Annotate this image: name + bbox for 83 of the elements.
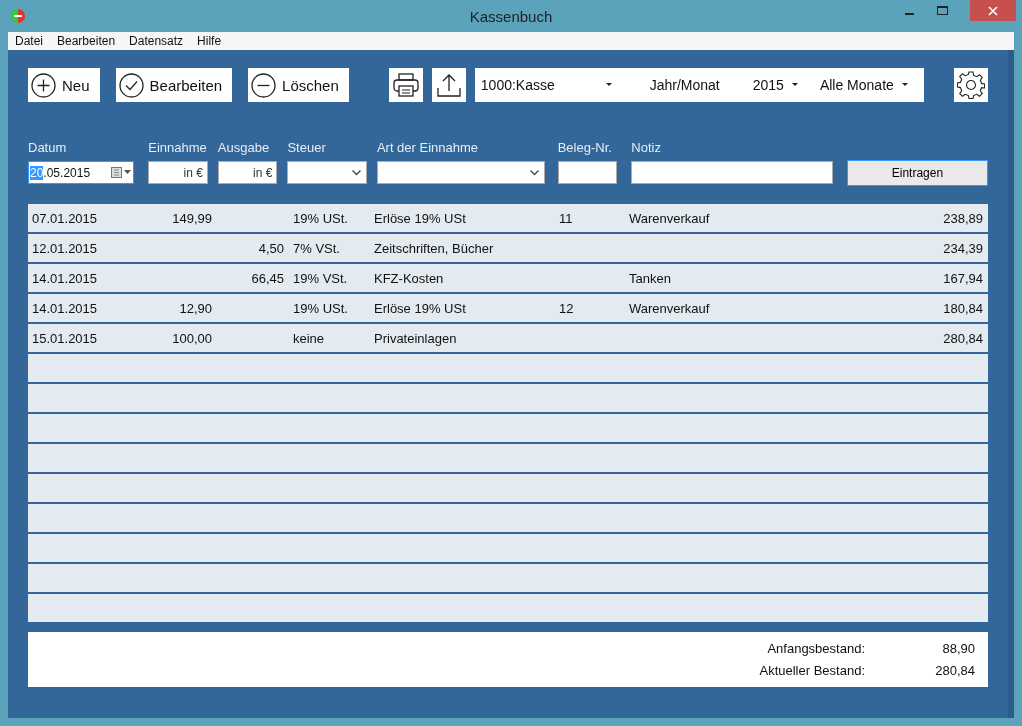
table-cell-text: 12 <box>559 300 575 316</box>
month-dropdown[interactable]: Alle Monate <box>819 77 908 93</box>
chevron-icon <box>529 169 539 176</box>
table-cell-text: 7% VSt. <box>292 240 341 256</box>
caret-icon <box>901 83 908 87</box>
field-label: Einnahme <box>148 140 208 155</box>
table-cell-text: 66,45 <box>250 270 284 286</box>
table-cell-text: Zeitschriften, Bücher <box>374 240 495 256</box>
menu-item[interactable]: Bearbeiten <box>57 34 116 48</box>
submit-button[interactable]: Eintragen <box>846 160 988 186</box>
receipt-field[interactable] <box>557 161 618 184</box>
upload-icon <box>436 73 461 97</box>
table-cell-text: Erlöse 19% USt <box>374 300 467 316</box>
field-label: Beleg-Nr. <box>557 140 613 155</box>
table-cell-text: 167,94 <box>942 270 984 286</box>
caret-icon <box>605 83 612 87</box>
export-button[interactable] <box>431 68 466 102</box>
table-cell-text: 14.01.2015 <box>31 300 99 316</box>
caret-icon <box>791 83 798 87</box>
table-cell-text: 280,84 <box>942 330 984 346</box>
toolbar-button[interactable]: Bearbeiten <box>115 68 233 102</box>
calendar-icon <box>111 167 132 178</box>
table-row[interactable]: 15.01.2015 100,00 keine Privateinlagen 280,84 <box>28 324 988 352</box>
table-cell-text: 19% USt. <box>292 300 349 316</box>
table-row[interactable]: 14.01.2015 66,45 19% VSt. KFZ-Kosten Tanken 167,94 <box>28 264 988 292</box>
settings-button[interactable] <box>954 68 988 102</box>
table-cell-text: 4,50 <box>257 240 284 256</box>
table-cell-text: Erlöse 19% USt <box>374 210 467 226</box>
expense-field[interactable]: in € <box>217 161 278 184</box>
date-field[interactable]: 20.05.2015 <box>28 161 135 184</box>
year-dropdown[interactable]: 2015 <box>752 77 798 93</box>
maximize-icon[interactable] <box>937 6 948 16</box>
table-cell-text: 15.01.2015 <box>31 330 99 346</box>
chevron-icon <box>351 169 361 176</box>
table-cell-text: Tanken <box>629 270 672 286</box>
close-icon <box>988 5 998 16</box>
table-cell-text: Privateinlagen <box>374 330 458 346</box>
window-title: Kassenbuch <box>469 7 553 25</box>
field-label: Notiz <box>631 140 662 155</box>
table-row[interactable]: 12.01.2015 4,50 7% VSt. Zeitschriften, Bücher 234,39 <box>28 234 988 262</box>
table-cell-text: 19% VSt. <box>292 270 349 286</box>
table-cell-text: 180,84 <box>942 300 984 316</box>
table-row[interactable]: 14.01.2015 12,90 19% USt. Erlöse 19% USt 12 Warenverkauf 180,84 <box>28 294 988 322</box>
menu-item[interactable]: Datensatz <box>129 34 184 48</box>
field-label: Ausgabe <box>217 140 271 155</box>
note-field[interactable] <box>631 161 833 184</box>
income-field[interactable]: in € <box>148 161 208 184</box>
account-dropdown[interactable]: 1000:Kasse <box>480 77 612 93</box>
table-cell-text: 14.01.2015 <box>31 270 99 286</box>
table-cell-text: 11 <box>559 210 574 226</box>
field-label: Datum <box>28 140 68 155</box>
summary-label: Aktueller Bestand: <box>758 663 865 678</box>
checkmark-icon <box>118 72 144 98</box>
field-label: Art der Einnahme <box>376 140 480 155</box>
field-label: Steuer <box>287 140 327 155</box>
settings-icon <box>957 71 985 99</box>
toolbar-button[interactable]: Löschen <box>248 68 349 102</box>
table-cell-text: KFZ-Kosten <box>374 270 445 286</box>
table-cell-text: Warenverkauf <box>629 210 711 226</box>
summary-value: 280,84 <box>934 663 975 678</box>
table-cell-text: 12.01.2015 <box>31 240 99 256</box>
summary-value: 88,90 <box>941 641 975 656</box>
printer-icon <box>392 73 419 97</box>
toolbar-button[interactable]: Neu <box>28 68 100 102</box>
table-cell-text: Warenverkauf <box>629 300 711 316</box>
minus-icon <box>251 72 277 98</box>
table-cell-text: keine <box>292 330 326 346</box>
close-button[interactable] <box>970 0 1016 21</box>
table-cell-text: 12,90 <box>178 300 212 316</box>
table-cell-text: 19% USt. <box>292 210 349 226</box>
menu-item[interactable]: Datei <box>15 34 43 48</box>
table-cell-text: 238,89 <box>942 210 984 226</box>
menu-item[interactable]: Hilfe <box>197 34 222 48</box>
table-cell-text: 149,99 <box>171 210 212 226</box>
app-icon <box>11 9 25 23</box>
summary-label: Anfangsbestand: <box>766 641 865 656</box>
plus-icon <box>31 72 56 98</box>
table-cell-text: 234,39 <box>942 240 984 256</box>
period-label: Jahr/Monat <box>649 77 720 93</box>
print-button[interactable] <box>388 68 423 102</box>
table-row[interactable]: 07.01.2015 149,99 19% USt. Erlöse 19% USt 11 Warenverkauf 238,89 <box>28 204 988 232</box>
table-cell-text: 100,00 <box>171 330 212 346</box>
table-cell-text: 07.01.2015 <box>31 210 99 226</box>
